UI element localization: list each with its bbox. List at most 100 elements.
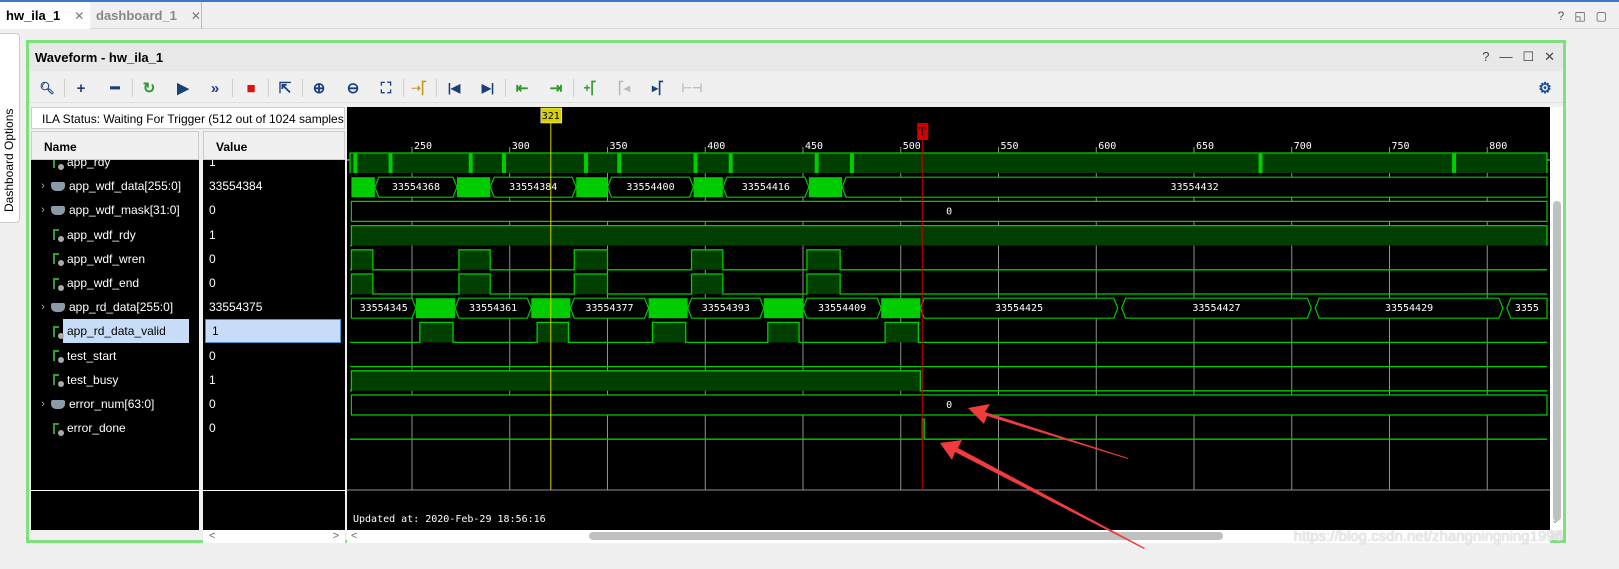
minimize-icon[interactable]: — xyxy=(1499,49,1512,65)
scroll-right-arrow[interactable]: > xyxy=(333,530,339,543)
signal-value[interactable]: 0 xyxy=(203,392,345,416)
waveform-svg[interactable]: 250 300 350 400 450 500 550 600 650 700 750 800 3355… xyxy=(347,107,1550,530)
add-marker-icon[interactable]: +⎡ xyxy=(578,77,602,99)
signal-value[interactable]: 0 xyxy=(203,271,345,295)
go-to-time-zero-icon[interactable]: |◀ xyxy=(442,77,466,99)
signal-value[interactable]: 33554384 xyxy=(203,174,345,198)
transition-mark xyxy=(617,153,622,173)
close-icon[interactable]: ✕ xyxy=(1544,49,1555,65)
transition-mark xyxy=(728,153,733,173)
divider xyxy=(203,490,345,491)
zoom-in-icon[interactable]: ⊕ xyxy=(307,77,331,99)
run-immediate-icon[interactable]: » xyxy=(203,77,227,99)
signal-row[interactable]: test_busy xyxy=(31,368,199,392)
tab-label: hw_ila_1 xyxy=(6,8,61,23)
search-icon[interactable]: 🔍︎ xyxy=(35,77,59,99)
waveform-canvas[interactable]: 250 300 350 400 450 500 550 600 650 700 750 800 3355… xyxy=(347,107,1550,530)
previous-transition-icon[interactable]: ⇤ xyxy=(510,77,534,99)
bit-signal-icon xyxy=(53,350,64,364)
help-icon[interactable]: ? xyxy=(1482,49,1489,65)
wave-app-rd-data-valid xyxy=(350,321,1547,344)
bus-value-label: 33554345 xyxy=(360,303,408,314)
run-trigger-icon[interactable]: ▶ xyxy=(171,77,195,99)
signal-row[interactable]: › app_rd_data[255:0] xyxy=(31,295,199,319)
help-icon[interactable]: ? xyxy=(1558,9,1565,23)
toolbar-separator xyxy=(64,79,65,97)
wave-app-rd-data: 33554345 33554361 33554377 33554393 33554409… xyxy=(350,297,1548,319)
stop-icon[interactable]: ■ xyxy=(239,77,263,99)
maximize-icon[interactable]: ▢ xyxy=(1596,9,1607,23)
go-to-cursor-icon[interactable]: ➝⎡ xyxy=(407,77,431,99)
bus-value-label: 33554368 xyxy=(392,182,440,193)
dashboard-options-tab[interactable]: Dashboard Options xyxy=(0,33,20,223)
next-transition-icon[interactable]: ⇥ xyxy=(544,77,568,99)
vertical-scroll-thumb[interactable] xyxy=(1553,201,1561,521)
toolbar-separator xyxy=(403,79,404,97)
signal-row[interactable]: app_wdf_rdy xyxy=(31,223,199,247)
bus-multi-transition xyxy=(763,298,803,319)
go-to-last-time-icon[interactable]: ▶| xyxy=(476,77,500,99)
close-icon[interactable]: ✕ xyxy=(74,9,84,23)
add-icon[interactable]: + xyxy=(69,77,93,99)
signal-name: app_wdf_rdy xyxy=(67,227,136,242)
signal-value[interactable]: 1 xyxy=(203,160,345,174)
expand-chevron-icon[interactable]: › xyxy=(35,301,51,313)
divider xyxy=(31,490,199,491)
value-column-scrollbar[interactable]: < > xyxy=(203,530,345,543)
zoom-fit-icon[interactable]: ⛶ xyxy=(374,77,398,99)
window-controls: ? ◱ ▢ xyxy=(1558,9,1607,23)
name-column-header[interactable]: Name xyxy=(31,131,199,160)
scroll-left-arrow[interactable]: < xyxy=(351,530,357,542)
signal-value[interactable]: 0 xyxy=(203,247,345,271)
signal-name: app_rdy xyxy=(67,160,111,169)
signal-name: error_num[63:0] xyxy=(69,397,155,411)
horizontal-scroll-thumb[interactable] xyxy=(589,532,1223,540)
remove-icon[interactable]: ━ xyxy=(103,77,127,99)
signal-row[interactable]: › app_wdf_mask[31:0] xyxy=(31,198,199,222)
signal-value[interactable]: 0 xyxy=(203,344,345,368)
signal-value[interactable]: 1 xyxy=(205,319,341,344)
signal-value[interactable]: 0 xyxy=(203,416,345,440)
bit-signal-icon xyxy=(53,277,64,291)
signal-row[interactable]: app_rdy xyxy=(31,160,199,174)
value-column-header[interactable]: Value xyxy=(203,131,345,160)
high-pulse xyxy=(419,322,454,343)
tab-dashboard-1[interactable]: dashboard_1 ✕ xyxy=(90,2,202,29)
transition-mark xyxy=(584,153,589,173)
bit-signal-icon xyxy=(53,253,64,267)
expand-chevron-icon[interactable]: › xyxy=(35,180,51,192)
toolbar-separator xyxy=(302,79,303,97)
zoom-out-icon[interactable]: ⊖ xyxy=(341,77,365,99)
restore-icon[interactable]: ◱ xyxy=(1574,9,1585,23)
next-marker-icon[interactable]: ▸⎡ xyxy=(646,77,670,99)
signal-value[interactable]: 0 xyxy=(203,198,345,222)
settings-gear-icon[interactable]: ⚙ xyxy=(1533,77,1557,99)
signal-name: app_wdf_data[255:0] xyxy=(69,179,182,194)
signal-value[interactable]: 33554375 xyxy=(203,295,345,319)
bus-value-label: 33554425 xyxy=(995,303,1043,314)
signal-value[interactable]: 1 xyxy=(203,223,345,247)
tab-hw-ila-1[interactable]: hw_ila_1 ✕ xyxy=(0,2,90,29)
rerun-trigger-icon[interactable]: ↻ xyxy=(137,77,161,99)
panel-controls: ? — ☐ ✕ xyxy=(1482,49,1555,65)
wave-app-wdf-data: 33554368 33554384 33554400 33554416 33554432 xyxy=(351,176,1548,198)
export-icon[interactable]: ⇱ xyxy=(273,77,297,99)
bus-multi-transition xyxy=(456,177,491,198)
signal-row[interactable]: app_wdf_end xyxy=(31,271,199,295)
signal-row[interactable]: test_start xyxy=(31,344,199,368)
signal-row[interactable]: app_wdf_wren xyxy=(31,247,199,271)
bus-multi-transition xyxy=(881,298,921,319)
expand-chevron-icon[interactable]: › xyxy=(35,204,51,216)
expand-chevron-icon[interactable]: › xyxy=(35,398,51,410)
signal-row[interactable]: error_done xyxy=(31,416,199,440)
signal-row[interactable]: › error_num[63:0] xyxy=(31,392,199,416)
bus-signal-icon xyxy=(51,302,65,312)
signal-row[interactable]: app_rd_data_valid xyxy=(31,319,199,344)
signal-value[interactable]: 1 xyxy=(203,368,345,392)
scroll-down-arrow[interactable]: ⌄ xyxy=(1551,515,1559,526)
scroll-left-arrow[interactable]: < xyxy=(209,530,215,543)
maximize-icon[interactable]: ☐ xyxy=(1522,49,1534,65)
close-icon[interactable]: ✕ xyxy=(191,9,201,23)
high-pulse xyxy=(351,249,373,270)
signal-row[interactable]: › app_wdf_data[255:0] xyxy=(31,174,199,198)
